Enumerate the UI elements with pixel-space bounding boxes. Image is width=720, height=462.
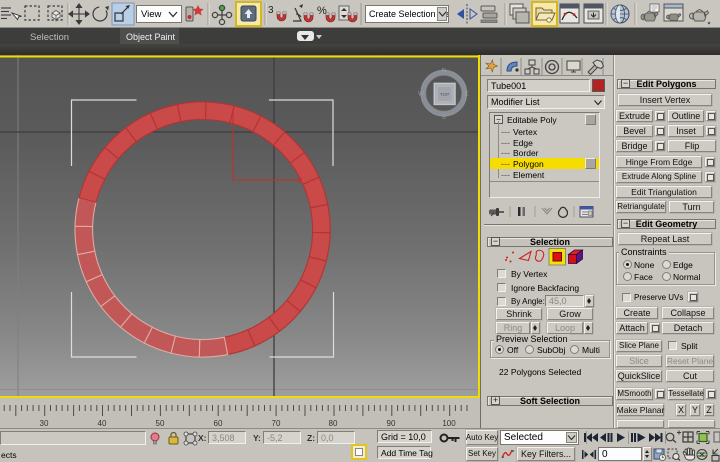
svg-text:N: N [442,68,446,74]
svg-text:TOP: TOP [440,92,450,98]
svg-text:%: % [317,5,327,17]
svg-text:S: S [442,115,446,121]
svg-text:W: W [418,92,424,98]
svg-text:3: 3 [268,5,274,16]
svg-text:E: E [464,92,468,98]
